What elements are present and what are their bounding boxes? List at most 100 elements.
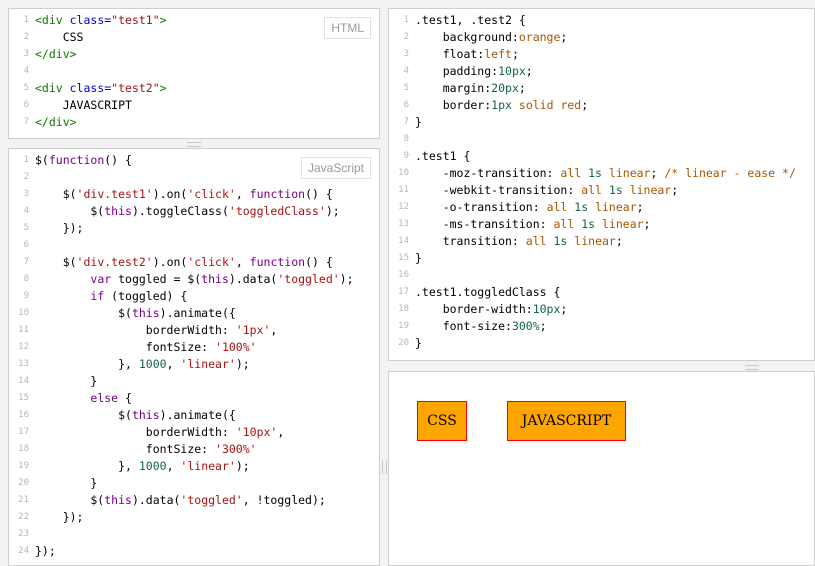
code-line[interactable]: 21 $(this).data('toggled', !toggled); <box>9 492 379 509</box>
line-number: 2 <box>403 32 409 42</box>
line-number: 4 <box>23 66 29 76</box>
code-line[interactable]: 17 borderWidth: '10px', <box>9 424 379 441</box>
line-number: 13 <box>398 219 409 229</box>
code-line[interactable]: 14 transition: all 1s linear; <box>389 233 814 250</box>
code-token: 1s <box>574 200 589 214</box>
code-line[interactable]: 3 </div> <box>9 46 379 63</box>
code-line[interactable]: 7 $('div.test2').on('click', function() … <box>9 254 379 271</box>
code-token: > <box>159 81 167 95</box>
code-line[interactable]: 5 <div class="test2"> <box>9 80 379 97</box>
html-editor-panel[interactable]: HTML 1 <div class="test1"> 2 CSS 3 </div> 4 5 <… <box>8 8 380 139</box>
code-token: "test2" <box>111 81 160 95</box>
code-line[interactable]: 9 if (toggled) { <box>9 288 379 305</box>
code-line[interactable]: 11 -webkit-transition: all 1s linear; <box>389 182 814 199</box>
code-line[interactable]: 9 .test1 { <box>389 148 814 165</box>
code-line[interactable]: 6 JAVASCRIPT <box>9 97 379 114</box>
html-code[interactable]: 1 <div class="test1"> 2 CSS 3 </div> 4 5 <div c… <box>9 12 379 131</box>
code-token: function <box>249 255 306 269</box>
css-result-resize-handle[interactable] <box>745 365 759 370</box>
code-line[interactable]: 3 $('div.test1').on('click', function() … <box>9 186 379 203</box>
code-line[interactable]: 4 <box>9 63 379 80</box>
line-text: .test1.toggledClass { <box>415 284 560 301</box>
code-line[interactable]: 10 -moz-transition: all 1s linear; /* li… <box>389 165 814 182</box>
code-line[interactable]: 6 <box>9 237 379 254</box>
code-line[interactable]: 16 <box>389 267 814 284</box>
code-line[interactable]: 4 padding:10px; <box>389 63 814 80</box>
code-line[interactable]: 18 fontSize: '300%' <box>9 441 379 458</box>
code-line[interactable]: 14 } <box>9 373 379 390</box>
code-token: 1000 <box>138 357 167 371</box>
code-line[interactable]: 12 fontSize: '100%' <box>9 339 379 356</box>
css-demo-box[interactable]: CSS <box>417 401 467 441</box>
code-line[interactable]: 10 $(this).animate({ <box>9 305 379 322</box>
css-code[interactable]: 1 .test1, .test2 {2 background:orange; 3 f… <box>389 12 814 352</box>
line-number: 9 <box>403 151 409 161</box>
code-line[interactable]: 23 <box>9 526 379 543</box>
code-token: red <box>560 98 582 112</box>
code-token: class= <box>69 13 112 27</box>
code-line[interactable]: 4 $(this).toggleClass('toggledClass'); <box>9 203 379 220</box>
code-line[interactable]: 1 .test1, .test2 { <box>389 12 814 29</box>
line-number: 1 <box>403 15 409 25</box>
code-line[interactable]: 16 $(this).animate({ <box>9 407 379 424</box>
code-token: ).on( <box>152 255 188 269</box>
code-token: 20px <box>491 81 519 95</box>
line-number: 7 <box>403 117 409 127</box>
code-line[interactable]: 8 <box>389 131 814 148</box>
code-token: ; <box>511 47 519 61</box>
code-line[interactable]: 13 -ms-transition: all 1s linear; <box>389 216 814 233</box>
code-token: linear <box>574 234 616 248</box>
js-code[interactable]: 1 $(function() {2 3 $('div.test1').on('cli… <box>9 152 379 560</box>
code-token: function <box>48 153 105 167</box>
code-line[interactable]: 1 $(function() { <box>9 152 379 169</box>
code-token: $( <box>35 153 49 167</box>
code-line[interactable]: 5 margin:20px; <box>389 80 814 97</box>
code-line[interactable]: 8 var toggled = $(this).data('toggled'); <box>9 271 379 288</box>
code-line[interactable]: 7 </div> <box>9 114 379 131</box>
css-editor-panel[interactable]: 1 .test1, .test2 {2 background:orange; 3 f… <box>388 8 815 361</box>
code-token: padding: <box>415 64 499 78</box>
code-line[interactable]: 13 }, 1000, 'linear'); <box>9 356 379 373</box>
code-line[interactable]: 2 CSS <box>9 29 379 46</box>
js-editor-panel[interactable]: JavaScript 1 $(function() {2 3 $('div.test… <box>8 148 380 566</box>
line-text: background:orange; <box>415 29 568 46</box>
code-token: '300%' <box>215 442 257 456</box>
code-line[interactable]: 1 <div class="test1"> <box>9 12 379 29</box>
code-line[interactable]: 20 } <box>9 475 379 492</box>
code-line[interactable]: 12 -o-transition: all 1s linear; <box>389 199 814 216</box>
code-line[interactable]: 19 font-size:300%; <box>389 318 814 335</box>
line-number: 20 <box>18 478 29 488</box>
code-line[interactable]: 5 }); <box>9 220 379 237</box>
code-token: transition: <box>415 234 526 248</box>
code-token: this <box>201 272 229 286</box>
code-line[interactable]: 15 else { <box>9 390 379 407</box>
code-line[interactable]: 3 float:left; <box>389 46 814 63</box>
line-number: 3 <box>23 49 29 59</box>
code-token: $( <box>35 306 132 320</box>
code-token: '100%' <box>215 340 257 354</box>
html-js-resize-handle[interactable] <box>187 142 201 147</box>
line-number: 11 <box>398 185 409 195</box>
column-resize-handle[interactable] <box>382 460 387 474</box>
code-line[interactable]: 24}); <box>9 543 379 560</box>
code-line[interactable]: 2 background:orange; <box>389 29 814 46</box>
code-line[interactable]: 15} <box>389 250 814 267</box>
code-token: }); <box>35 221 84 235</box>
code-token: ; <box>643 217 651 231</box>
javascript-demo-box[interactable]: JAVASCRIPT <box>507 401 626 441</box>
code-line[interactable]: 18 border-width:10px; <box>389 301 814 318</box>
code-line[interactable]: 2 <box>9 169 379 186</box>
code-line[interactable]: 7} <box>389 114 814 131</box>
code-line[interactable]: 19 }, 1000, 'linear'); <box>9 458 379 475</box>
code-line[interactable]: 17 .test1.toggledClass { <box>389 284 814 301</box>
code-line[interactable]: 22 }); <box>9 509 379 526</box>
line-text: }); <box>35 220 84 237</box>
code-line[interactable]: 11 borderWidth: '1px', <box>9 322 379 339</box>
code-line[interactable]: 6 border:1px solid red; <box>389 97 814 114</box>
code-token: 'toggled' <box>180 493 243 507</box>
code-line[interactable]: 20} <box>389 335 814 352</box>
code-token: 'div.test1' <box>76 187 153 201</box>
